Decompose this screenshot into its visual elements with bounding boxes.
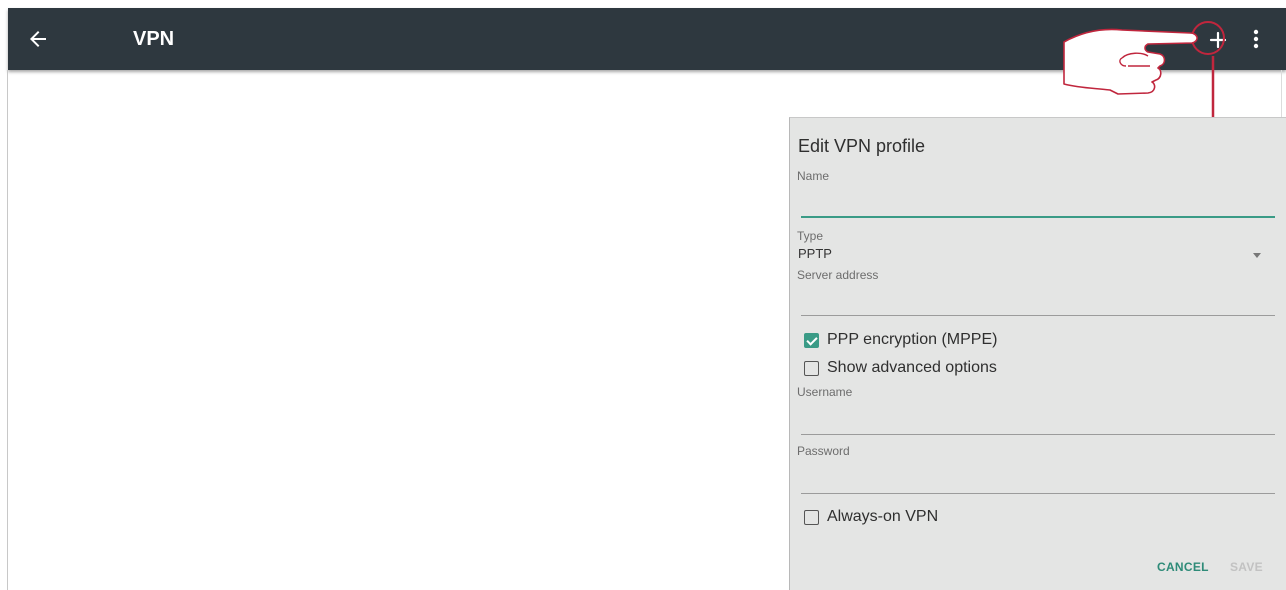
ppp-encryption-row[interactable]: PPP encryption (MPPE) bbox=[804, 330, 997, 350]
frame-edge bbox=[7, 70, 8, 590]
advanced-options-label: Show advanced options bbox=[827, 359, 997, 376]
password-label: Password bbox=[797, 444, 850, 458]
arrow-left-icon[interactable] bbox=[26, 27, 50, 51]
advanced-options-row[interactable]: Show advanced options bbox=[804, 358, 997, 378]
name-field[interactable] bbox=[801, 216, 1275, 218]
edit-vpn-dialog: Edit VPN profile Name Type PPTP Server a… bbox=[789, 117, 1286, 590]
server-address-field[interactable] bbox=[801, 315, 1275, 316]
ppp-encryption-checkbox[interactable] bbox=[804, 332, 819, 348]
advanced-options-checkbox[interactable] bbox=[804, 360, 819, 376]
password-field[interactable] bbox=[801, 493, 1275, 494]
username-field[interactable] bbox=[801, 434, 1275, 435]
server-address-label: Server address bbox=[797, 268, 879, 282]
name-label: Name bbox=[797, 169, 830, 183]
page-title: VPN bbox=[133, 28, 175, 50]
ppp-encryption-label: PPP encryption (MPPE) bbox=[827, 331, 998, 348]
always-on-checkbox[interactable] bbox=[804, 509, 819, 525]
cancel-button[interactable]: CANCEL bbox=[1157, 560, 1209, 574]
save-button[interactable]: SAVE bbox=[1230, 560, 1263, 574]
always-on-row[interactable]: Always-on VPN bbox=[804, 507, 938, 527]
type-select[interactable]: PPTP bbox=[798, 246, 832, 261]
always-on-label: Always-on VPN bbox=[827, 508, 939, 525]
username-label: Username bbox=[797, 385, 853, 399]
type-label: Type bbox=[797, 229, 824, 243]
dialog-title: Edit VPN profile bbox=[798, 136, 926, 156]
pointing-hand-icon bbox=[1063, 28, 1198, 95]
more-vert-icon[interactable] bbox=[1252, 28, 1260, 50]
chevron-down-icon[interactable] bbox=[1253, 253, 1261, 258]
